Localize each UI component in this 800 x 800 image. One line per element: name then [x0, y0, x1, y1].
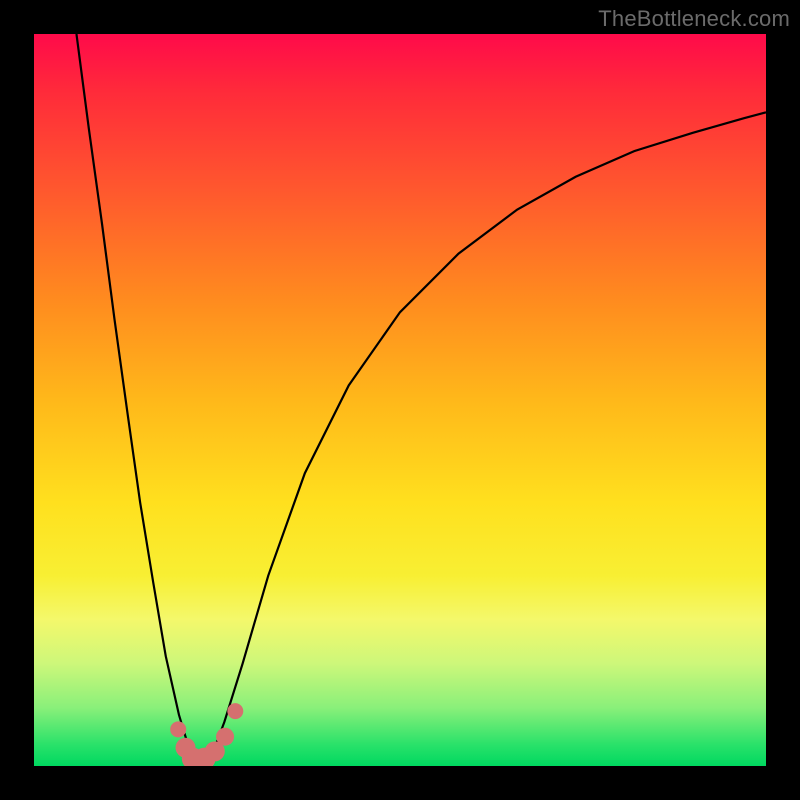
- valley-marker: [194, 748, 216, 766]
- valley-marker: [176, 738, 196, 758]
- chart-frame: TheBottleneck.com: [0, 0, 800, 800]
- curve-layer: [34, 34, 766, 766]
- valley-marker: [170, 721, 186, 737]
- curve-right-branch: [202, 112, 766, 766]
- valley-marker: [216, 728, 234, 746]
- plot-area: [34, 34, 766, 766]
- curve-left-branch: [76, 34, 202, 766]
- attribution-text: TheBottleneck.com: [598, 6, 790, 32]
- valley-marker: [227, 703, 243, 719]
- valley-marker-group: [170, 703, 243, 766]
- valley-marker: [182, 748, 204, 766]
- valley-marker: [205, 741, 225, 761]
